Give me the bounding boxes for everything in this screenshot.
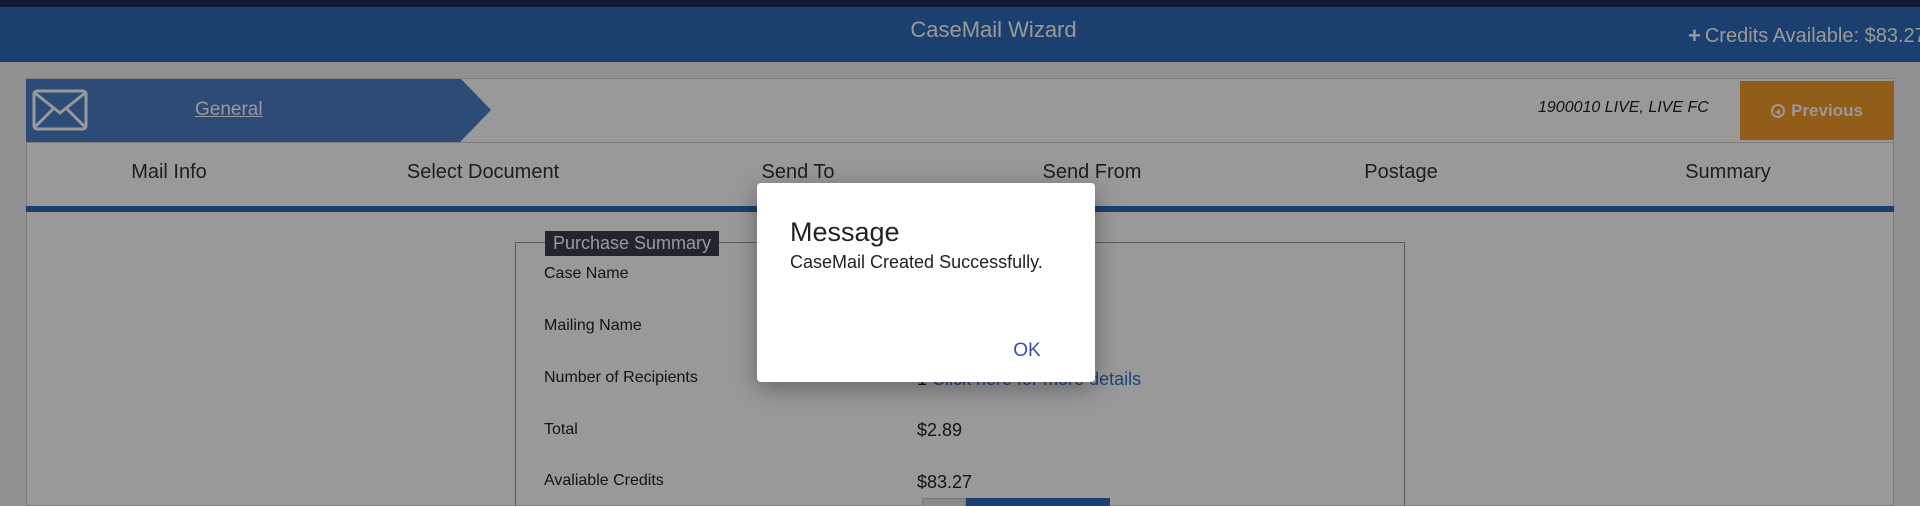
- dialog-title: Message: [790, 217, 900, 247]
- message-dialog: Message CaseMail Created Successfully. O…: [757, 183, 1095, 382]
- dialog-message: CaseMail Created Successfully.: [790, 252, 1043, 272]
- ok-button[interactable]: OK: [991, 333, 1063, 369]
